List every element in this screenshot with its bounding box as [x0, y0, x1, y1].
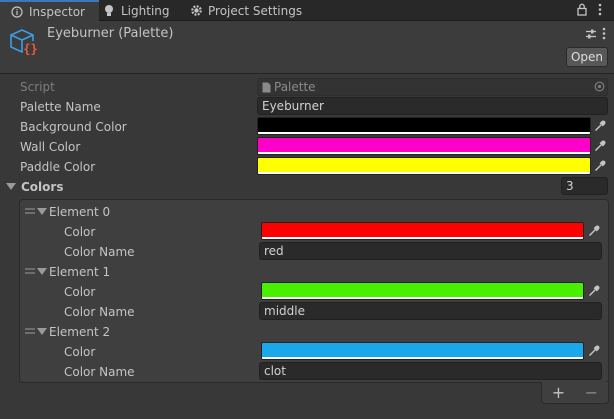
element-color-name-input[interactable]: red [259, 242, 602, 260]
eyedropper-icon[interactable] [591, 157, 609, 175]
background-color-alpha-bar [258, 132, 590, 134]
element-title[interactable]: Element 0 [49, 205, 110, 219]
background-color-label: Background Color [20, 120, 127, 134]
eyedropper-icon[interactable] [585, 282, 603, 300]
paddle-color-alpha-bar [258, 172, 590, 174]
element-color-fill [262, 223, 583, 237]
colors-foldout-arrow-icon[interactable] [6, 183, 16, 190]
colors-count-input[interactable]: 3 [561, 177, 608, 195]
element-foldout-arrow-icon[interactable] [37, 268, 47, 275]
paddle-color-fill [258, 158, 590, 172]
wall-color-alpha-bar [258, 152, 590, 154]
element-title[interactable]: Element 1 [49, 265, 110, 279]
tab-inspector-label: Inspector [29, 4, 85, 19]
element-color-swatch[interactable] [261, 222, 584, 240]
palette-name-input[interactable]: Eyeburner [257, 97, 608, 115]
element-color-swatch[interactable] [261, 342, 584, 360]
element-title[interactable]: Element 2 [49, 325, 110, 339]
add-element-button[interactable]: + [552, 383, 565, 402]
element-color-swatch[interactable] [261, 282, 584, 300]
drag-handle-icon[interactable] [25, 208, 35, 214]
script-field: Palette [257, 78, 608, 96]
gear-icon [189, 4, 203, 18]
element-color-fill [262, 343, 583, 357]
background-color-fill [258, 118, 590, 132]
info-icon [10, 5, 24, 19]
element-color-label: Color [64, 345, 96, 359]
wall-color-fill [258, 138, 590, 152]
element-color-name-label: Color Name [64, 365, 135, 379]
scriptable-object-icon: {} [9, 28, 39, 61]
element-color-label: Color [64, 285, 96, 299]
lock-icon[interactable] [577, 3, 587, 19]
wall-color-swatch[interactable] [257, 137, 591, 155]
header-divider [0, 73, 614, 74]
element-color-fill [262, 283, 583, 297]
list-footer: + − [541, 382, 609, 404]
element-foldout-arrow-icon[interactable] [37, 328, 47, 335]
open-button[interactable]: Open [566, 47, 608, 67]
presets-icon[interactable] [585, 28, 597, 43]
tab-lighting[interactable]: Lighting [102, 0, 182, 21]
object-picker-icon [594, 81, 605, 95]
tab-project-settings-label: Project Settings [208, 3, 303, 18]
drag-handle-icon[interactable] [25, 268, 35, 274]
script-label: Script [20, 80, 55, 94]
script-file-icon [262, 82, 271, 93]
drag-handle-icon[interactable] [25, 328, 35, 334]
background-color-swatch[interactable] [257, 117, 591, 135]
element-foldout-arrow-icon[interactable] [37, 208, 47, 215]
element-color-alpha-bar [262, 237, 583, 239]
tab-lighting-label: Lighting [121, 3, 170, 18]
element-color-alpha-bar [262, 297, 583, 299]
paddle-color-label: Paddle Color [20, 160, 96, 174]
element-color-name-input[interactable]: clot [259, 362, 602, 380]
element-color-alpha-bar [262, 357, 583, 359]
element-color-name-label: Color Name [64, 305, 135, 319]
lightbulb-icon [102, 4, 116, 18]
remove-element-button[interactable]: − [585, 383, 598, 402]
paddle-color-swatch[interactable] [257, 157, 591, 175]
element-color-name-input[interactable]: middle [259, 302, 602, 320]
script-value: Palette [274, 80, 316, 94]
colors-label[interactable]: Colors [21, 180, 63, 194]
wall-color-label: Wall Color [20, 140, 81, 154]
svg-text:{}: {} [23, 42, 37, 56]
element-color-name-label: Color Name [64, 245, 135, 259]
tab-inspector[interactable]: Inspector [0, 0, 99, 21]
eyedropper-icon[interactable] [591, 137, 609, 155]
tab-project-settings[interactable]: Project Settings [189, 0, 319, 21]
context-menu-icon[interactable] [602, 27, 606, 43]
palette-name-label: Palette Name [20, 100, 101, 114]
eyedropper-icon[interactable] [591, 117, 609, 135]
eyedropper-icon[interactable] [585, 222, 603, 240]
tab-menu-icon[interactable] [598, 3, 602, 19]
eyedropper-icon[interactable] [585, 342, 603, 360]
element-color-label: Color [64, 225, 96, 239]
asset-title: Eyeburner (Palette) [47, 26, 174, 41]
